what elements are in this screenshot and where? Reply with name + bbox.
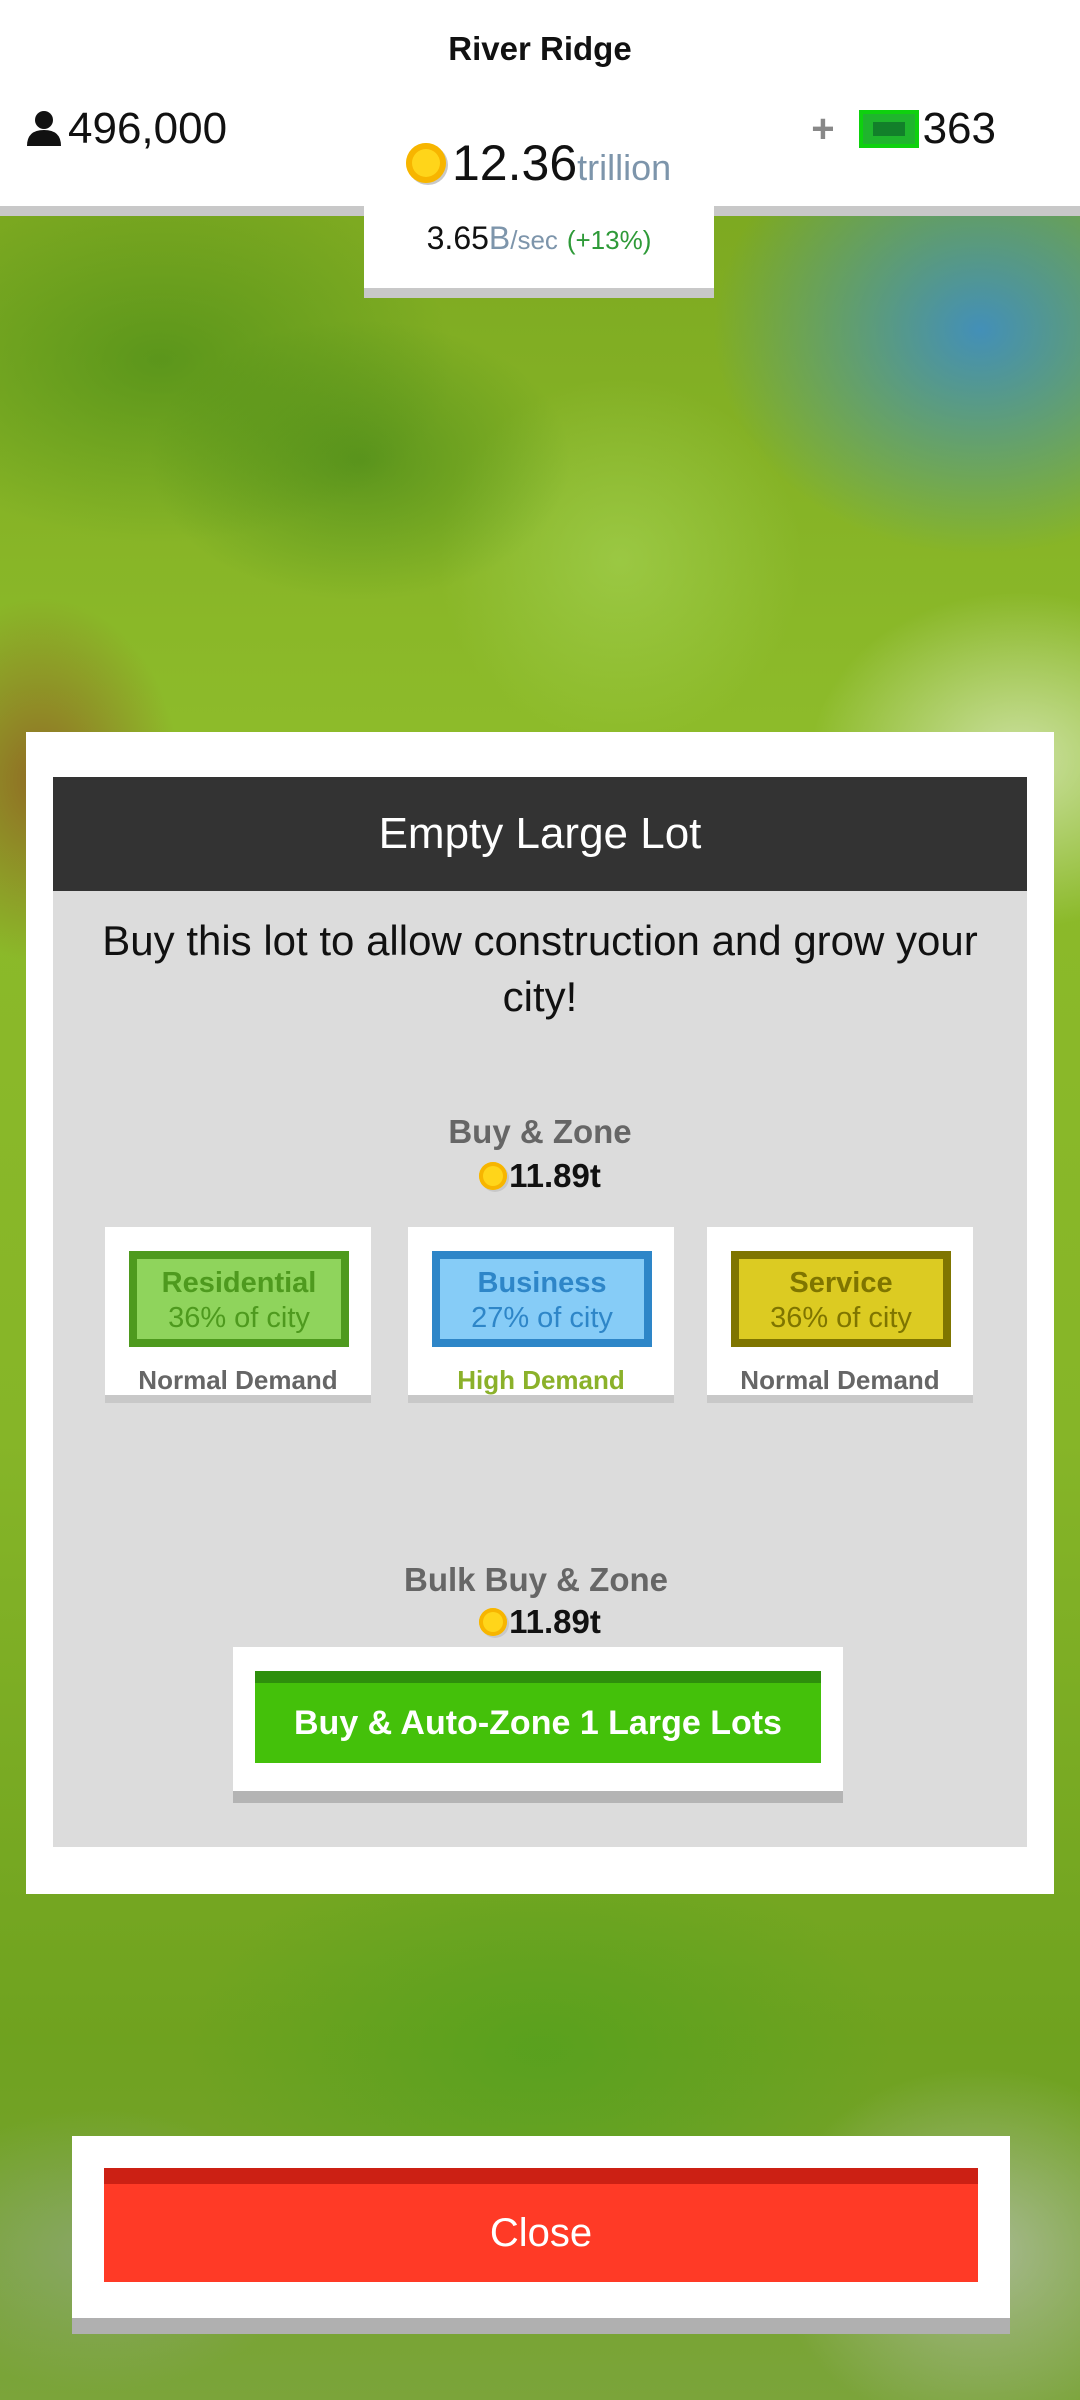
lot-dialog-body: Empty Large Lot Buy this lot to allow co…	[53, 777, 1027, 1847]
bulk-zone-cost: 11.89t	[53, 1603, 1027, 1641]
bulk-zone-title-text: Bulk Buy & Zone	[403, 1561, 669, 1598]
income-value: 3.65	[426, 220, 489, 256]
money-total: 12.36 trillion	[406, 134, 671, 192]
coin-icon	[479, 1608, 508, 1636]
buy-zone-cost-value: 11.89t	[509, 1157, 601, 1194]
coin-icon	[406, 143, 446, 183]
zone-name: Business	[477, 1267, 607, 1299]
zone-card-residential: Residential 36% of city Normal Demand	[105, 1227, 371, 1403]
zone-share: 27% of city	[471, 1302, 613, 1334]
zone-share: 36% of city	[770, 1302, 912, 1334]
bulk-auto-zone-button[interactable]: Buy & Auto-Zone 1 Large Lots	[255, 1671, 821, 1763]
money-unit: trillion	[577, 147, 672, 188]
zone-demand: Normal Demand	[138, 1365, 338, 1395]
zone-share: 36% of city	[168, 1302, 310, 1334]
zone-card-service: Service 36% of city Normal Demand	[707, 1227, 973, 1403]
gems-counter: + 363	[811, 104, 996, 154]
service-zone-button[interactable]: Service 36% of city	[731, 1251, 951, 1347]
income-rate: 3.65B/sec (+13%)	[364, 220, 714, 257]
residential-zone-button[interactable]: Residential 36% of city	[129, 1251, 349, 1347]
income-unit: B	[488, 220, 511, 256]
bulk-button-card: Buy & Auto-Zone 1 Large Lots	[233, 1647, 843, 1803]
buy-zone-title: Buy & Zone	[448, 1113, 632, 1150]
coin-icon	[479, 1162, 508, 1190]
close-button-card: Close	[72, 2136, 1010, 2334]
person-icon	[27, 111, 61, 146]
dialog-description: Buy this lot to allow construction and g…	[102, 917, 978, 1020]
population-value: 496,000	[68, 104, 228, 153]
bulk-zone-title: Bulk Buy & Zone	[53, 1561, 1027, 1599]
bulk-zone-cost-value: 11.89t	[509, 1603, 601, 1640]
business-zone-button[interactable]: Business 27% of city	[432, 1251, 652, 1347]
zone-demand: High Demand	[457, 1365, 625, 1395]
close-button[interactable]: Close	[104, 2168, 978, 2282]
income-change: (+13%)	[566, 225, 652, 255]
buy-zone-cost: 11.89t	[53, 1157, 1027, 1195]
gems-value: 363	[922, 104, 996, 153]
zone-demand: Normal Demand	[740, 1365, 940, 1395]
income-per-sec: /sec	[510, 225, 558, 255]
money-value: 12.36	[452, 135, 578, 191]
population-counter: 496,000	[26, 104, 227, 154]
add-gems-button[interactable]: +	[811, 107, 834, 152]
lot-dialog: Empty Large Lot Buy this lot to allow co…	[26, 732, 1054, 1894]
zone-name: Residential	[161, 1267, 317, 1299]
zone-card-business: Business 27% of city High Demand	[408, 1227, 674, 1403]
green-cash-icon	[858, 110, 919, 148]
zone-name: Service	[789, 1267, 893, 1299]
city-name: River Ridge	[448, 30, 632, 67]
money-panel: 12.36 trillion 3.65B/sec (+13%)	[364, 120, 714, 298]
dialog-title: Empty Large Lot	[53, 777, 1027, 891]
